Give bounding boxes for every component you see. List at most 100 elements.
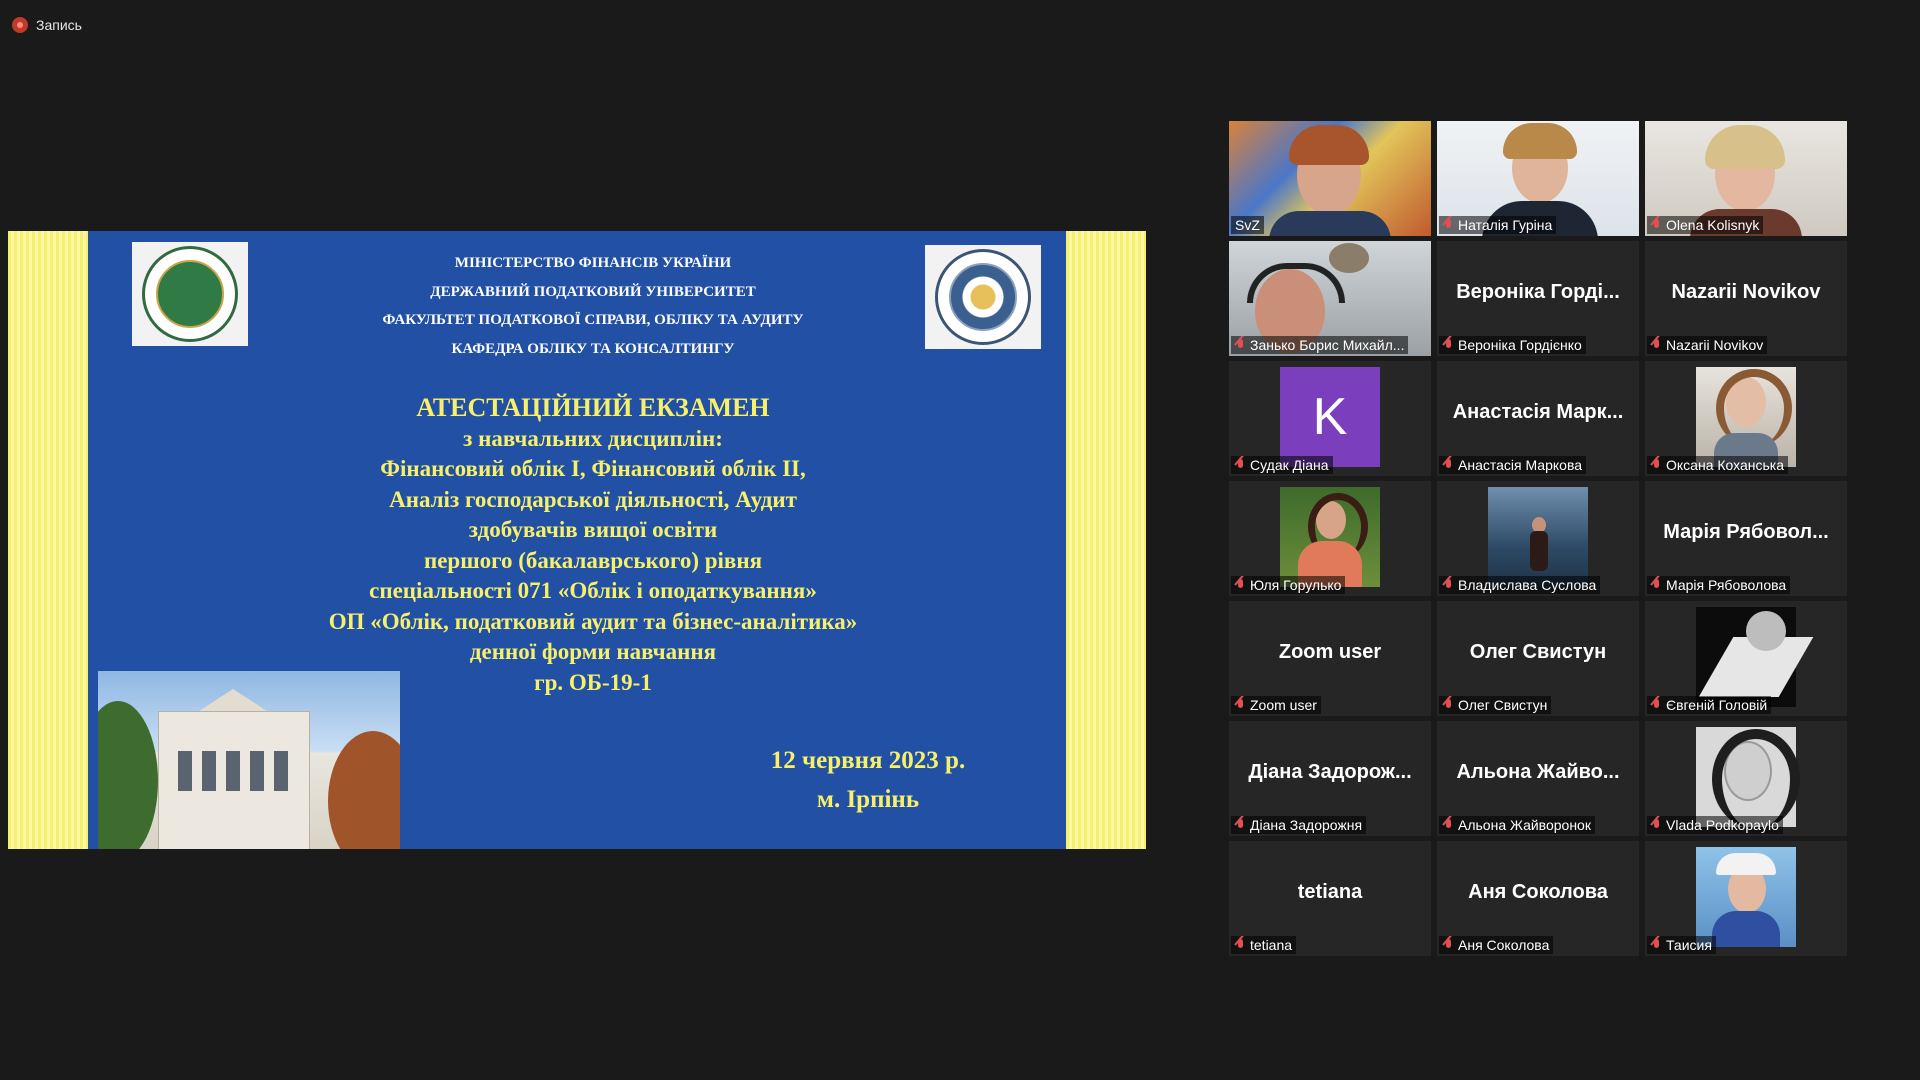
participant-name-label: Оксана Коханська bbox=[1647, 456, 1789, 474]
participant-display-name: tetiana bbox=[1297, 881, 1363, 903]
participant-display-name: Аня Соколова bbox=[1468, 881, 1608, 903]
participant-name-label: Владислава Суслова bbox=[1439, 576, 1601, 594]
participant-tile[interactable]: Аня Соколова Аня Соколова bbox=[1437, 841, 1639, 956]
muted-mic-icon bbox=[1651, 458, 1662, 472]
participant-name: Nazarii Novikov bbox=[1666, 337, 1764, 353]
header-line-ministry: МІНІСТЕРСТВО ФІНАНСІВ УКРАЇНИ bbox=[454, 255, 732, 271]
muted-mic-icon bbox=[1235, 818, 1246, 832]
muted-mic-icon bbox=[1235, 938, 1246, 952]
participant-tile[interactable]: Таисия bbox=[1645, 841, 1847, 956]
participant-name: Олег Свистун bbox=[1458, 697, 1548, 713]
muted-mic-icon bbox=[1651, 938, 1662, 952]
recording-indicator[interactable]: Запись bbox=[12, 15, 82, 35]
participant-tile[interactable]: tetiana tetiana bbox=[1229, 841, 1431, 956]
participant-avatar: K bbox=[1280, 367, 1380, 467]
participant-name-label: Вероніка Гордієнко bbox=[1439, 336, 1586, 354]
participant-name: Судак Діана bbox=[1250, 457, 1329, 473]
header-line-university: ДЕРЖАВНИЙ ПОДАТКОВИЙ УНІВЕРСИТЕТ bbox=[430, 283, 756, 300]
participant-display-name: Nazarii Novikov bbox=[1671, 281, 1821, 303]
participant-tile[interactable]: Анастасія Марк... Анастасія Маркова bbox=[1437, 361, 1639, 476]
participant-tile[interactable]: Олег Свистун Олег Свистун bbox=[1437, 601, 1639, 716]
muted-mic-icon bbox=[1235, 578, 1246, 592]
participant-name-label: Таисия bbox=[1647, 936, 1716, 954]
faculty-emblem-logo bbox=[925, 245, 1041, 349]
muted-mic-icon bbox=[1443, 578, 1454, 592]
participant-tile[interactable]: Юля Горулько bbox=[1229, 481, 1431, 596]
participant-tile[interactable]: Вероніка Горді... Вероніка Гордієнко bbox=[1437, 241, 1639, 356]
participant-name: Вероніка Гордієнко bbox=[1458, 337, 1582, 353]
record-icon bbox=[12, 17, 28, 33]
slide-title-line: ОП «Облік, податковий аудит та бізнес-ан… bbox=[328, 608, 858, 634]
participant-display-name: Марія Рябовол... bbox=[1663, 521, 1829, 543]
participant-photo bbox=[1280, 487, 1380, 587]
muted-mic-icon bbox=[1443, 218, 1454, 232]
slide-title-line: з навчальних дисциплін: bbox=[463, 425, 723, 451]
participant-name: Занько Борис Михайл... bbox=[1250, 337, 1405, 353]
slide-title: АТЕСТАЦІЙНИЙ ЕКЗАМЕН bbox=[416, 393, 770, 422]
participant-name: Zoom user bbox=[1250, 697, 1317, 713]
participant-name-label: Судак Діана bbox=[1231, 456, 1333, 474]
slide-city: м. Ірпінь bbox=[816, 786, 920, 813]
participant-name-label: Наталія Гуріна bbox=[1439, 216, 1557, 234]
university-building-photo bbox=[98, 671, 400, 849]
participant-tile[interactable]: Оксана Коханська bbox=[1645, 361, 1847, 476]
muted-mic-icon bbox=[1443, 698, 1454, 712]
muted-mic-icon bbox=[1651, 338, 1662, 352]
slide-title-line: денної форми навчання bbox=[469, 639, 717, 664]
slide-title-line: першого (бакалаврського) рівня bbox=[423, 547, 763, 573]
participant-name: Оксана Коханська bbox=[1666, 457, 1785, 473]
slide-title-line: Аналіз господарської діяльності, Аудит bbox=[389, 486, 797, 512]
participant-tile[interactable]: Марія Рябовол... Марія Рябоволова bbox=[1645, 481, 1847, 596]
participant-name: Владислава Суслова bbox=[1458, 577, 1597, 593]
participant-display-name: Zoom user bbox=[1278, 641, 1382, 663]
participant-tile[interactable]: SvZ bbox=[1229, 121, 1431, 236]
participant-name: Діана Задорожня bbox=[1250, 817, 1363, 833]
participant-tile[interactable]: Zoom user Zoom user bbox=[1229, 601, 1431, 716]
participant-tile[interactable]: Євгеній Головій bbox=[1645, 601, 1847, 716]
muted-mic-icon bbox=[1443, 818, 1454, 832]
participant-name-label: Євгеній Головій bbox=[1647, 696, 1772, 714]
participant-name: Марія Рябоволова bbox=[1666, 577, 1787, 593]
muted-mic-icon bbox=[1651, 698, 1662, 712]
muted-mic-icon bbox=[1651, 818, 1662, 832]
participant-tile[interactable]: Занько Борис Михайл... bbox=[1229, 241, 1431, 356]
participant-photo bbox=[1696, 367, 1796, 467]
participant-display-name: Вероніка Горді... bbox=[1456, 281, 1620, 303]
participant-name-label: Альона Жайворонок bbox=[1439, 816, 1595, 834]
participant-photo bbox=[1696, 607, 1814, 707]
muted-mic-icon bbox=[1443, 458, 1454, 472]
muted-mic-icon bbox=[1235, 338, 1246, 352]
participant-name-label: Nazarii Novikov bbox=[1647, 336, 1768, 354]
participant-tile[interactable]: Діана Задорож... Діана Задорожня bbox=[1229, 721, 1431, 836]
participant-tile[interactable]: Olena Kolisnyk bbox=[1645, 121, 1847, 236]
participant-tile[interactable]: K Судак Діана bbox=[1229, 361, 1431, 476]
participant-tile[interactable]: Альона Жайво... Альона Жайворонок bbox=[1437, 721, 1639, 836]
participant-name: Анастасія Маркова bbox=[1458, 457, 1583, 473]
participant-display-name: Діана Задорож... bbox=[1248, 761, 1412, 783]
recording-label: Запись bbox=[36, 17, 82, 33]
participant-name: Vlada Podkopaylo bbox=[1666, 817, 1779, 833]
participant-tile[interactable]: Nazarii Novikov Nazarii Novikov bbox=[1645, 241, 1847, 356]
participant-name: Наталія Гуріна bbox=[1458, 217, 1553, 233]
slide-date: 12 червня 2023 р. bbox=[770, 747, 966, 774]
participant-tile[interactable]: Владислава Суслова bbox=[1437, 481, 1639, 596]
slide-title-line: здобувачів вищої освіти bbox=[468, 517, 718, 542]
participant-name: Olena Kolisnyk bbox=[1666, 217, 1760, 233]
slide-right-border bbox=[1066, 231, 1146, 849]
participant-display-name: Олег Свистун bbox=[1469, 641, 1607, 663]
muted-mic-icon bbox=[1235, 458, 1246, 472]
muted-mic-icon bbox=[1651, 578, 1662, 592]
participant-name-label: Vlada Podkopaylo bbox=[1647, 816, 1783, 834]
participant-name-label: Аня Соколова bbox=[1439, 936, 1554, 954]
slide-title-line: спеціальності 071 «Облік і оподаткування… bbox=[369, 578, 817, 603]
participant-name-label: Olena Kolisnyk bbox=[1647, 216, 1764, 234]
participant-name-label: Діана Задорожня bbox=[1231, 816, 1367, 834]
participant-display-name: Анастасія Марк... bbox=[1452, 401, 1624, 423]
university-emblem-logo bbox=[132, 242, 248, 346]
participant-photo bbox=[1696, 847, 1796, 947]
participant-tile[interactable]: Vlada Podkopaylo bbox=[1645, 721, 1847, 836]
participant-name: Таисия bbox=[1666, 937, 1712, 953]
participant-name-label: Олег Свистун bbox=[1439, 696, 1552, 714]
participant-name-label: Анастасія Маркова bbox=[1439, 456, 1587, 474]
participant-tile[interactable]: Наталія Гуріна bbox=[1437, 121, 1639, 236]
